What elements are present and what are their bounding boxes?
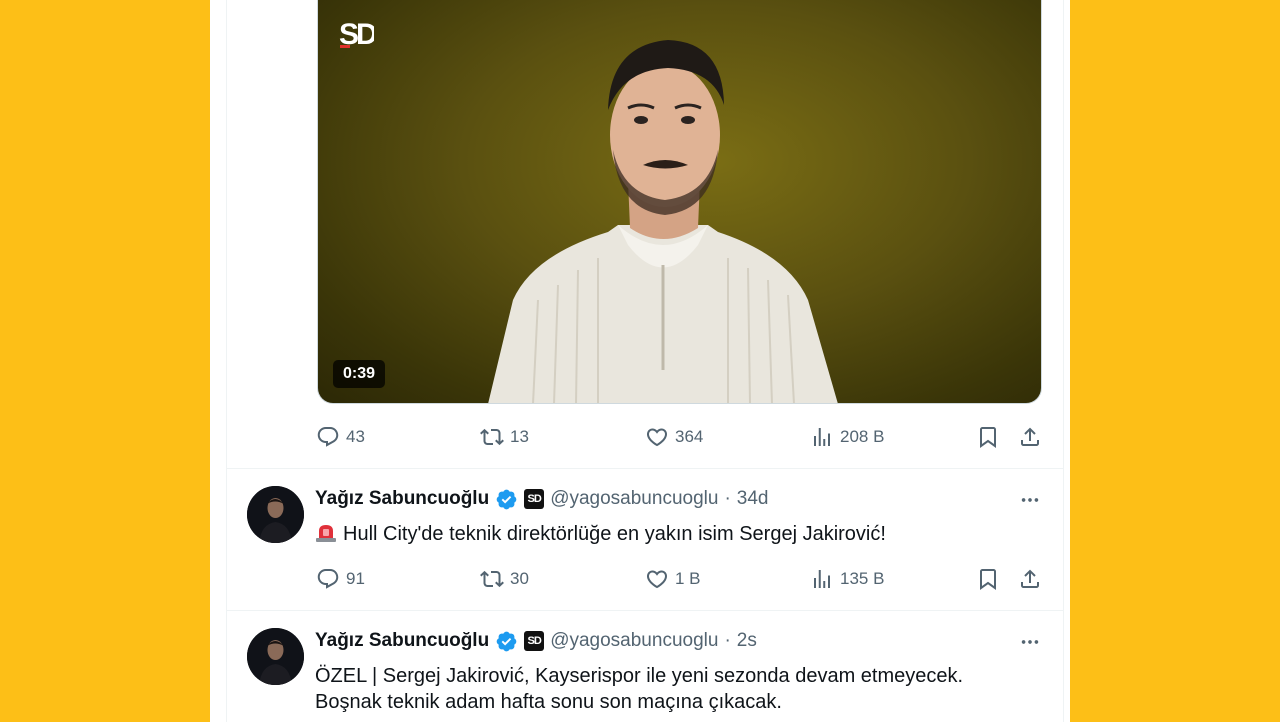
retweet-button[interactable]: 30 (480, 565, 529, 593)
more-options-button[interactable] (1016, 629, 1044, 655)
reply-button[interactable]: 91 (316, 565, 365, 593)
like-button[interactable]: 364 (645, 423, 703, 451)
view-count: 135 B (840, 569, 885, 588)
share-button[interactable] (1018, 565, 1042, 593)
share-icon (1021, 569, 1039, 588)
tweet-header: Yağız Sabuncuoğlu SD @yagosabuncuoglu · … (315, 486, 768, 512)
bookmark-icon (980, 569, 996, 590)
like-count: 364 (675, 427, 704, 446)
verified-badge-icon[interactable] (495, 488, 518, 511)
avatar[interactable] (247, 628, 304, 685)
tweet-text: Hull City'de teknik direktörlüğe en yakı… (315, 521, 1045, 547)
sd-affiliate-badge[interactable]: SD (524, 631, 545, 651)
tweet-text-line: ÖZEL | Sergej Jakirović, Kayserispor ile… (315, 665, 964, 687)
author-handle[interactable]: @yagosabuncuoglu (550, 630, 718, 652)
tweet-action-bar: 91 30 1 B 135 B (316, 565, 1046, 593)
avatar[interactable] (247, 486, 304, 543)
tweet-text-line: Boşnak teknik adam hafta sonu son maçına… (315, 691, 782, 713)
sd-logo-watermark: SD (339, 18, 374, 50)
retweet-icon (480, 428, 504, 446)
video-frame-person (488, 40, 838, 403)
author-name[interactable]: Yağız Sabuncuoğlu (315, 630, 489, 652)
tweet-divider (226, 468, 1064, 469)
retweet-count: 13 (510, 427, 529, 446)
bookmark-icon (980, 427, 996, 448)
retweet-button[interactable]: 13 (480, 423, 529, 451)
bookmark-button[interactable] (976, 423, 1000, 451)
more-icon (1021, 498, 1039, 502)
tweet-text-content: Hull City'de teknik direktörlüğe en yakı… (343, 523, 886, 545)
analytics-icon (814, 428, 830, 446)
separator-dot: · (724, 630, 731, 651)
tweet-timestamp[interactable]: 34d (737, 488, 769, 510)
separator-dot: · (724, 488, 731, 509)
tweet-action-bar: 43 13 364 208 B (316, 423, 1046, 451)
tweet-timestamp[interactable]: 2s (737, 630, 757, 652)
share-button[interactable] (1018, 423, 1042, 451)
analytics-icon (814, 570, 830, 588)
tweet-text: ÖZEL | Sergej Jakirović, Kayserispor ile… (315, 663, 1045, 715)
tweet-divider (226, 610, 1064, 611)
reply-count: 43 (346, 427, 365, 446)
retweet-count: 30 (510, 569, 529, 588)
more-options-button[interactable] (1016, 487, 1044, 513)
like-count: 1 B (675, 569, 701, 588)
share-icon (1021, 427, 1039, 446)
view-count: 208 B (840, 427, 885, 446)
more-icon (1021, 640, 1039, 644)
rotating-light-emoji-icon (316, 525, 336, 542)
avatar-image (247, 628, 304, 685)
author-handle[interactable]: @yagosabuncuoglu (550, 488, 718, 510)
verified-badge-icon[interactable] (495, 630, 518, 653)
bookmark-button[interactable] (976, 565, 1000, 593)
video-duration-badge: 0:39 (333, 360, 386, 388)
video-player[interactable]: SD 0:39 (317, 0, 1042, 404)
reply-icon (317, 569, 339, 589)
views-button[interactable]: 208 B (810, 423, 884, 451)
reply-button[interactable]: 43 (316, 423, 365, 451)
tweet-header: Yağız Sabuncuoğlu SD @yagosabuncuoglu · … (315, 628, 757, 654)
author-name[interactable]: Yağız Sabuncuoğlu (315, 488, 489, 510)
heart-icon (646, 570, 668, 589)
avatar-image (247, 486, 304, 543)
like-button[interactable]: 1 B (645, 565, 701, 593)
sd-affiliate-badge[interactable]: SD (524, 489, 545, 509)
retweet-icon (480, 570, 504, 588)
heart-icon (646, 428, 668, 447)
reply-count: 91 (346, 569, 365, 588)
reply-icon (317, 427, 339, 447)
views-button[interactable]: 135 B (810, 565, 884, 593)
